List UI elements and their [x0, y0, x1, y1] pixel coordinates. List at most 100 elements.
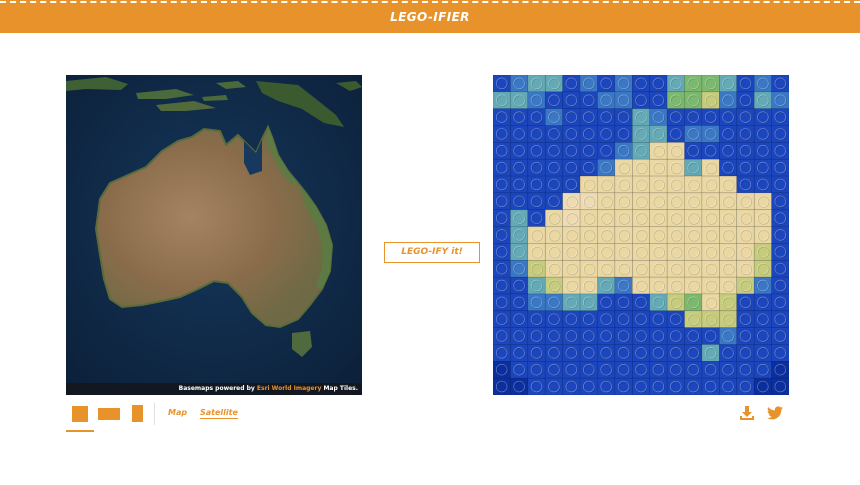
lego-brick — [527, 293, 546, 312]
lego-brick — [736, 361, 755, 379]
lego-brick — [753, 361, 772, 379]
lego-brick — [736, 108, 755, 126]
lego-brick — [614, 310, 633, 328]
lego-brick — [684, 276, 703, 295]
lego-brick — [562, 125, 581, 143]
lego-brick — [649, 243, 668, 261]
attribution-prefix: Basemaps powered by — [178, 385, 257, 392]
lego-brick — [527, 243, 546, 261]
lego-brick — [562, 243, 581, 261]
lego-brick — [562, 327, 581, 345]
lego-brick — [736, 276, 755, 295]
lego-brick — [753, 276, 772, 295]
lego-brick — [771, 125, 789, 143]
lego-brick — [771, 310, 789, 328]
lego-brick — [701, 91, 720, 109]
lego-brick — [544, 125, 563, 143]
legoify-button[interactable]: LEGO-IFY it! — [384, 242, 480, 263]
lego-brick — [614, 175, 633, 194]
lego-brick — [631, 192, 651, 211]
lego-brick — [544, 293, 563, 312]
lego-brick — [666, 108, 685, 126]
lego-brick — [597, 243, 616, 261]
lego-brick — [719, 361, 738, 379]
lego-brick — [544, 108, 563, 126]
lego-brick — [684, 142, 703, 160]
lego-brick — [666, 293, 685, 312]
lego-brick — [527, 344, 546, 362]
satellite-basemap-button[interactable]: Satellite — [200, 408, 238, 419]
lego-brick — [493, 75, 511, 93]
lego-brick — [701, 125, 720, 143]
lego-brick — [701, 361, 720, 379]
lego-brick — [719, 125, 738, 143]
lego-brick — [701, 108, 720, 126]
lego-brick — [544, 377, 563, 395]
lego-brick — [510, 108, 529, 126]
lego-brick — [684, 158, 703, 177]
landscape-shape-button[interactable] — [98, 408, 120, 420]
lego-brick — [597, 344, 616, 362]
lego-brick — [666, 125, 685, 143]
lego-brick — [510, 125, 529, 143]
lego-brick — [736, 344, 755, 362]
lego-brick — [579, 259, 598, 278]
lego-brick — [684, 75, 703, 93]
satellite-map[interactable]: Basemaps powered by Esri World Imagery M… — [66, 75, 362, 395]
lego-brick — [597, 226, 616, 244]
lego-brick — [597, 192, 616, 211]
lego-brick — [510, 293, 529, 312]
lego-brick — [579, 209, 598, 227]
lego-brick — [719, 377, 738, 395]
lego-brick — [631, 142, 651, 160]
lego-brick — [510, 327, 529, 345]
lego-brick — [597, 327, 616, 345]
portrait-shape-button[interactable] — [132, 405, 143, 422]
lego-brick — [597, 91, 616, 109]
lego-brick — [579, 327, 598, 345]
lego-brick — [666, 75, 685, 93]
lego-brick — [614, 293, 633, 312]
lego-brick — [562, 175, 581, 194]
lego-brick — [562, 108, 581, 126]
lego-brick — [719, 344, 738, 362]
lego-brick — [719, 175, 738, 194]
lego-brick — [544, 142, 563, 160]
lego-brick — [771, 226, 789, 244]
lego-brick — [562, 192, 581, 211]
lego-brick — [753, 209, 772, 227]
lego-brick — [527, 310, 546, 328]
lego-brick — [597, 361, 616, 379]
lego-brick — [719, 142, 738, 160]
lego-brick — [493, 377, 511, 395]
lego-brick — [597, 158, 616, 177]
lego-brick — [649, 192, 668, 211]
lego-brick — [719, 327, 738, 345]
lego-brick — [736, 142, 755, 160]
lego-brick — [562, 377, 581, 395]
lego-brick — [684, 209, 703, 227]
twitter-icon[interactable] — [767, 406, 783, 420]
square-shape-button[interactable] — [72, 406, 88, 422]
lego-brick — [579, 310, 598, 328]
lego-brick — [562, 361, 581, 379]
map-attribution: Basemaps powered by Esri World Imagery M… — [66, 383, 362, 395]
lego-brick — [544, 91, 563, 109]
lego-brick — [771, 327, 789, 345]
lego-bricks — [493, 75, 789, 395]
lego-brick — [701, 209, 720, 227]
lego-brick — [631, 158, 651, 177]
lego-brick — [614, 192, 633, 211]
lego-brick — [753, 344, 772, 362]
esri-link[interactable]: Esri World Imagery — [257, 385, 321, 392]
lego-brick — [527, 175, 546, 194]
lego-brick — [562, 142, 581, 160]
lego-brick — [701, 192, 720, 211]
lego-brick — [510, 226, 529, 244]
lego-brick — [701, 310, 720, 328]
download-icon[interactable] — [739, 405, 755, 421]
lego-brick — [684, 327, 703, 345]
lego-brick — [701, 344, 720, 362]
map-basemap-button[interactable]: Map — [168, 408, 187, 417]
lego-brick — [510, 158, 529, 177]
